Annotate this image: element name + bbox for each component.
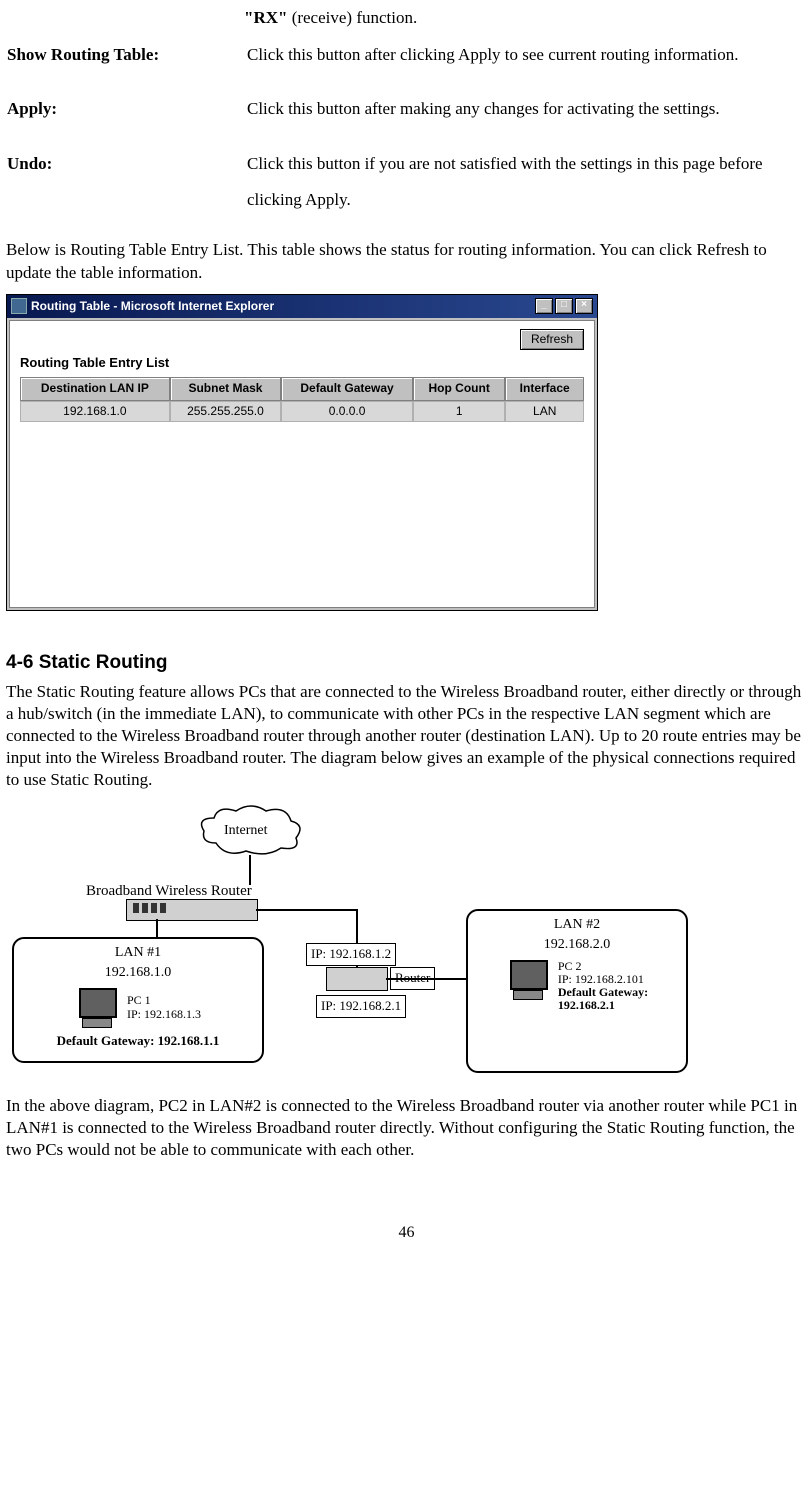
col-header: Default Gateway xyxy=(281,377,413,400)
lan2-pcip: IP: 192.168.2.101 xyxy=(558,972,644,986)
lan2-gw2: 192.168.2.1 xyxy=(558,998,615,1012)
pc-icon xyxy=(75,988,119,1028)
lan1-gw: Default Gateway: 192.168.1.1 xyxy=(18,1032,258,1051)
table-row: 192.168.1.0 255.255.255.0 0.0.0.0 1 LAN xyxy=(20,401,584,422)
lan2-gw: Default Gateway: xyxy=(558,985,648,999)
lan1-pc: PC 1 xyxy=(127,993,151,1007)
ie-icon xyxy=(11,298,27,314)
cell-gw: 0.0.0.0 xyxy=(281,401,413,422)
ip-label-12: IP: 192.168.1.2 xyxy=(306,943,396,966)
def-row: Undo: Click this button if you are not s… xyxy=(6,145,801,235)
cell-if: LAN xyxy=(505,401,584,422)
lan2-pc: PC 2 xyxy=(558,959,582,973)
connector-line xyxy=(256,909,356,911)
lan1-box: LAN #1 192.168.1.0 PC 1 IP: 192.168.1.3 … xyxy=(12,937,264,1063)
routing-table-window: Routing Table - Microsoft Internet Explo… xyxy=(6,294,598,611)
internet-label: Internet xyxy=(224,821,268,841)
cell-dest: 192.168.1.0 xyxy=(20,401,170,422)
partial-line: "RX" (receive) function. xyxy=(244,0,801,36)
def-text: Click this button after clicking Apply t… xyxy=(246,36,801,91)
diagram-explanation: In the above diagram, PC2 in LAN#2 is co… xyxy=(6,1095,801,1161)
lan1-title: LAN #1 xyxy=(18,943,258,963)
network-diagram: Internet Broadband Wireless Router LAN #… xyxy=(6,803,696,1083)
cell-hop: 1 xyxy=(413,401,505,422)
routing-list-title: Routing Table Entry List xyxy=(20,354,584,373)
page-number: 46 xyxy=(6,1221,801,1244)
minimize-button[interactable]: _ xyxy=(535,298,553,314)
def-label: Apply: xyxy=(6,90,246,145)
rx-rest: (receive) function. xyxy=(287,8,417,27)
lan1-net: 192.168.1.0 xyxy=(18,963,258,983)
ip-label-21: IP: 192.168.2.1 xyxy=(316,995,406,1018)
lan2-box: LAN #2 192.168.2.0 PC 2 IP: 192.168.2.10… xyxy=(466,909,688,1073)
col-header: Subnet Mask xyxy=(170,377,281,400)
maximize-button[interactable]: □ xyxy=(555,298,573,314)
window-title: Routing Table - Microsoft Internet Explo… xyxy=(31,298,274,315)
pc-icon xyxy=(506,960,550,1000)
refresh-button[interactable]: Refresh xyxy=(520,329,584,350)
middle-router-icon xyxy=(326,967,388,991)
def-text: Click this button if you are not satisfi… xyxy=(246,145,801,235)
connector-line xyxy=(386,978,466,980)
table-header-row: Destination LAN IP Subnet Mask Default G… xyxy=(20,377,584,400)
col-header: Destination LAN IP xyxy=(20,377,170,400)
connector-line xyxy=(156,919,158,937)
window-content: Refresh Routing Table Entry List Destina… xyxy=(9,320,595,608)
section-paragraph: The Static Routing feature allows PCs th… xyxy=(6,681,801,791)
def-row: Show Routing Table: Click this button af… xyxy=(6,36,801,91)
window-buttons: _ □ × xyxy=(535,298,593,314)
definitions-table: Show Routing Table: Click this button af… xyxy=(6,36,801,236)
cell-mask: 255.255.255.0 xyxy=(170,401,281,422)
rx-bold: "RX" xyxy=(244,8,287,27)
window-titlebar: Routing Table - Microsoft Internet Explo… xyxy=(7,295,597,318)
def-label: Show Routing Table: xyxy=(6,36,246,91)
def-row: Apply: Click this button after making an… xyxy=(6,90,801,145)
below-text: Below is Routing Table Entry List. This … xyxy=(6,239,801,283)
col-header: Hop Count xyxy=(413,377,505,400)
def-text: Click this button after making any chang… xyxy=(246,90,801,145)
internet-cloud: Internet xyxy=(196,803,306,858)
broadband-router-icon xyxy=(126,899,258,921)
section-heading: 4-6 Static Routing xyxy=(6,649,801,677)
close-button[interactable]: × xyxy=(575,298,593,314)
routing-table: Destination LAN IP Subnet Mask Default G… xyxy=(20,377,584,422)
lan2-net: 192.168.2.0 xyxy=(472,935,682,955)
col-header: Interface xyxy=(505,377,584,400)
lan1-pcip: IP: 192.168.1.3 xyxy=(127,1007,201,1021)
lan2-title: LAN #2 xyxy=(472,915,682,935)
def-label: Undo: xyxy=(6,145,246,235)
